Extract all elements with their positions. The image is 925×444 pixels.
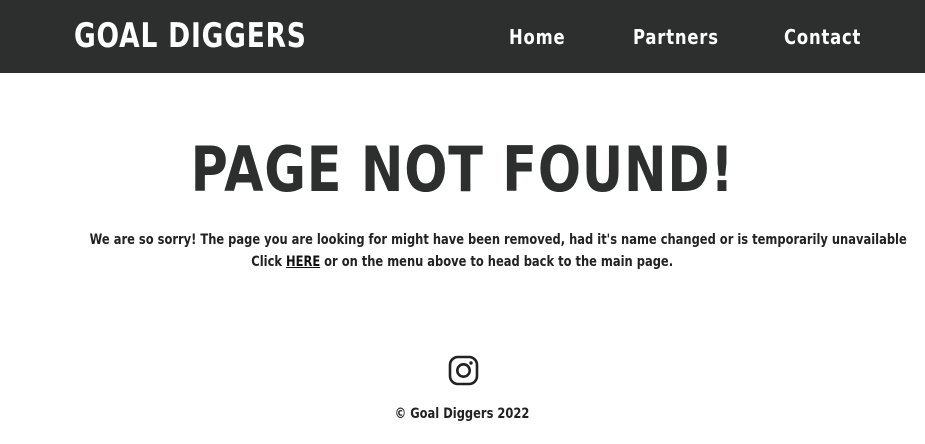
click-suffix: or on the menu above to head back to the…	[324, 254, 674, 270]
instagram-icon[interactable]	[448, 355, 479, 386]
page-title: PAGE NOT FOUND!	[0, 136, 925, 204]
error-message-line-2-text: Click HERE or on the menu above to head …	[252, 251, 674, 273]
click-prefix: Click	[251, 254, 283, 270]
brand-logo[interactable]: GOAL DIGGERS	[74, 14, 307, 58]
error-message: We are so sorry! The page you are lookin…	[0, 229, 925, 273]
instagram-icon-graphic	[448, 355, 479, 386]
copyright-text-wrap: © Goal Diggers 2022	[395, 403, 530, 425]
copyright-text: Goal Diggers 2022	[410, 406, 530, 422]
error-message-line-2: Click HERE or on the menu above to head …	[0, 251, 925, 273]
error-message-line-1-text: We are so sorry! The page you are lookin…	[89, 232, 907, 248]
nav-link-contact[interactable]: Contact	[784, 24, 861, 50]
error-message-line-1: We are so sorry! The page you are lookin…	[0, 229, 925, 251]
nav-link-partners[interactable]: Partners	[633, 24, 719, 50]
copyright: © Goal Diggers 2022	[0, 403, 925, 425]
copyright-icon: ©	[395, 406, 407, 422]
page-title-text: PAGE NOT FOUND!	[190, 133, 735, 206]
here-link[interactable]: HERE	[286, 254, 320, 270]
nav-link-home[interactable]: Home	[509, 24, 565, 50]
top-navbar: GOAL DIGGERS Home Partners Contact	[0, 0, 925, 73]
